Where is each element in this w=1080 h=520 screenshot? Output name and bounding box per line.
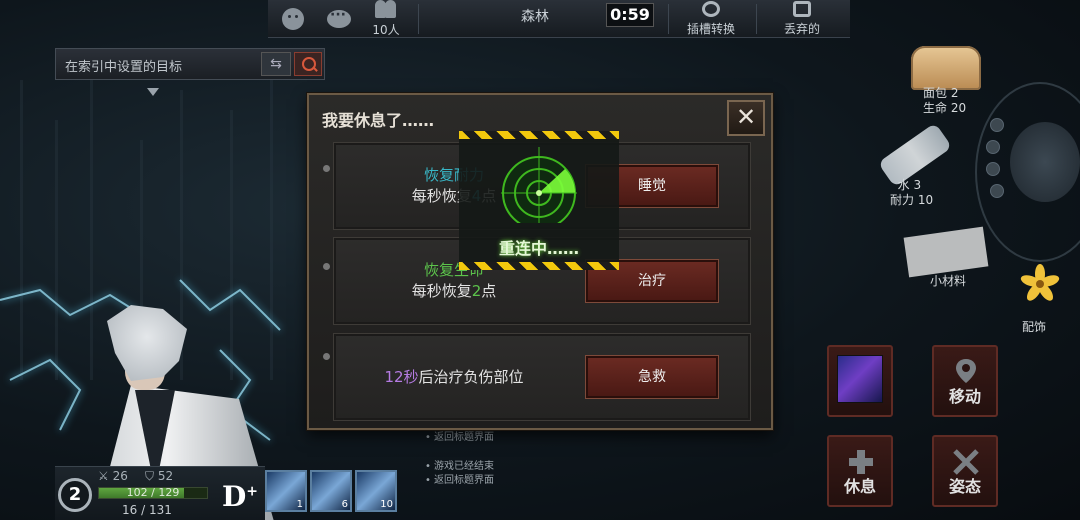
skill-slot-2[interactable]: 6 [310,470,352,512]
hazard-stripe-top [459,131,619,139]
flower-icon [1020,264,1060,301]
bread-icon [911,46,981,90]
defense-stat: ⛉ 52 [145,469,174,483]
first-aid-time: 12秒 [384,368,419,386]
water-name: 水 [897,178,910,192]
divider [418,4,419,34]
chat-bubble-icon [327,7,351,28]
target-search-text: 在索引中设置的目标 [65,60,183,75]
swap-slot-icon [702,1,720,17]
inventory-item-cloth[interactable]: 小材料 [900,222,1000,302]
water-label: 水 3 耐力 10 [890,178,980,208]
divider [756,4,757,34]
dialog-title: 我要休息了…… [322,111,435,130]
skill-slot-1-level: 1 [296,499,303,510]
target-search-bar[interactable]: 在索引中设置的目标 ⇆ [55,48,325,80]
bread-name: 面包 [923,86,948,100]
flower-label: 配饰 [1022,320,1047,334]
item-wheel-center[interactable] [1010,122,1080,202]
stamina-text: 16 / 131 [122,503,172,517]
stamina-option-verb: 恢复 [423,166,454,184]
player-level: 2 [58,478,92,512]
emote-button[interactable] [278,0,308,38]
health-option-rate-label: 每秒恢复 [411,282,472,300]
move-label: 移动 [948,387,981,406]
top-bar: 10人 森林 0:59 插槽转换 丢弃的 [268,0,850,38]
move-button[interactable]: 移动 [932,345,998,417]
skill-portrait-icon [837,355,883,403]
bread-label: 面包 2 生命 20 [923,86,1013,116]
log-line: 返回标题界面 [425,474,494,488]
first-aid-option-text: 12秒后治疗负伤部位 [334,367,574,388]
skill-slot-3-level: 10 [380,499,393,510]
skill-slot-2-level: 6 [341,499,348,510]
hp-bar: 102 / 129 [98,486,208,499]
nail-decoration [323,263,330,270]
inventory-item-bread[interactable]: 面包 2 生命 20 [905,38,997,115]
log-line: 游戏已经结束 [425,460,494,474]
grade-letter: D [222,480,247,513]
discard-button[interactable]: 丢弃的 [764,0,840,38]
bread-stat: 生命 20 [923,101,967,115]
rest-label: 休息 [843,477,876,496]
hp-text: 102 / 129 [126,486,180,499]
rest-option-first-aid: 12秒后治疗负伤部位 急救 [333,333,751,421]
log-line: 返回标题界面 [425,431,494,445]
water-stat: 耐力 10 [890,193,934,207]
chat-button[interactable] [324,0,354,38]
chevron-down-icon[interactable] [147,88,159,96]
players-count: 10人 [372,23,400,37]
wheel-dot [986,162,1000,176]
bread-count: 2 [950,86,959,100]
defense-value: 52 [157,469,174,483]
recycle-icon [793,1,811,17]
health-option-rate: 2 [471,282,482,300]
health-option-verb: 恢复 [423,261,454,279]
radar-icon [501,147,577,223]
skill-portrait-button[interactable] [827,345,893,417]
cloth-icon [903,226,989,278]
skill-slot-1[interactable]: 1 [265,470,307,512]
smiley-icon [282,8,304,30]
area-name: 森林 [521,9,549,25]
nail-decoration [323,353,330,360]
first-aid-button[interactable]: 急救 [586,356,718,398]
swap-button[interactable]: ⇆ [261,52,291,76]
divider [668,4,669,34]
attack-stat: ⚔ 26 [98,469,128,483]
reconnect-text: 重连中…… [498,239,579,258]
swap-slot-button[interactable]: 插槽转换 [676,0,746,38]
stance-label: 姿态 [948,477,981,496]
hazard-stripe-bottom [459,262,619,270]
stance-button[interactable]: 姿态 [932,435,998,507]
wheel-dot [990,118,1004,132]
reconnect-overlay: 重连中…… [459,131,619,270]
wheel-dot [986,140,1000,154]
skill-slot-3[interactable]: 10 [355,470,397,512]
cloth-label: 小材料 [930,274,967,288]
close-button[interactable]: ✕ [727,100,765,136]
search-icon[interactable] [294,52,322,76]
people-icon [373,0,399,20]
swap-slot-label: 插槽转换 [686,22,735,36]
water-count: 3 [913,178,922,192]
discard-label: 丢弃的 [783,22,820,36]
grade-plus: + [246,483,259,500]
players-button[interactable]: 10人 [368,0,404,38]
game-timer: 0:59 [606,3,654,27]
grade-badge: D+ [222,480,258,513]
attack-value: 26 [112,469,128,483]
nail-decoration [323,165,330,172]
wheel-dot [990,184,1004,198]
character-hair [107,305,187,381]
first-aid-description: 后治疗负伤部位 [418,368,524,386]
inventory-item-water[interactable]: 水 3 耐力 10 [870,122,970,210]
rest-button[interactable]: 休息 [827,435,893,507]
inventory-item-flower[interactable]: 配饰 [1010,260,1080,340]
health-option-unit: 点 [481,282,497,300]
